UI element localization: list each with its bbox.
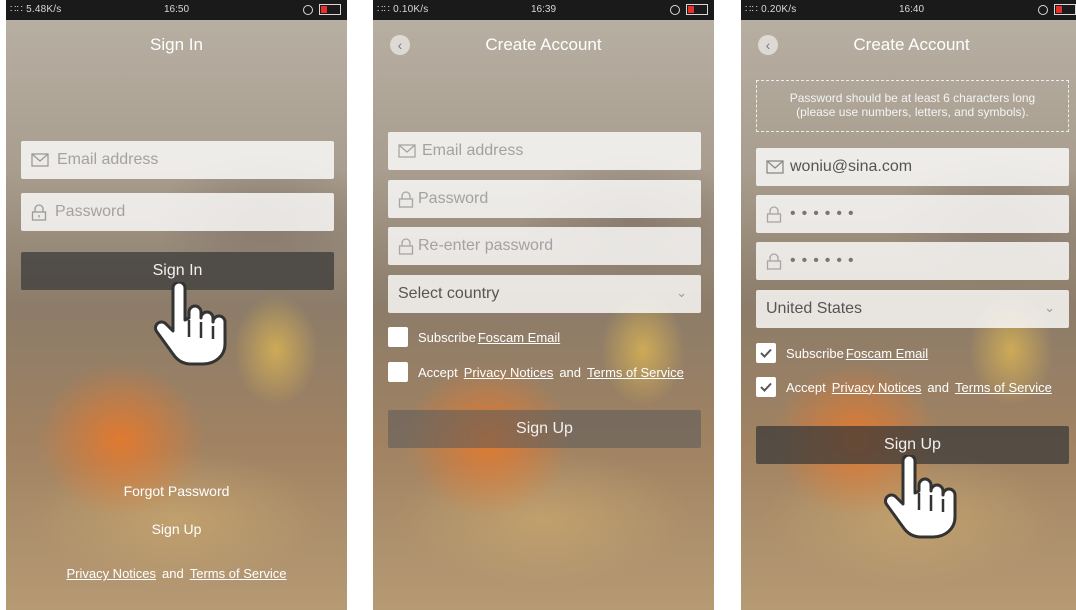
accept-checkbox[interactable] (756, 377, 776, 397)
lock-icon (31, 203, 47, 221)
reenter-password-field[interactable]: •••••• (756, 242, 1069, 280)
legal-links: Privacy Notices and Terms of Service (6, 566, 347, 581)
sign-up-link[interactable]: Sign Up (6, 521, 347, 537)
chevron-down-icon: ⌄ (1044, 300, 1055, 315)
status-bar: ∷∷ 0.20K/s 16:40 (741, 0, 1076, 20)
accept-label: Accept (786, 379, 826, 395)
lock-icon (766, 252, 782, 270)
subscribe-row: Subscribe Foscam Email (388, 327, 566, 347)
password-requirements-notice: Password should be at least 6 characters… (756, 80, 1069, 132)
create-account-screen-empty: ∷∷ 0.10K/s 16:39 ‹ Create Account Email … (373, 0, 714, 610)
terms-of-service-link[interactable]: Terms of Service (190, 566, 287, 581)
checkmark-icon (760, 348, 772, 358)
status-bar: ∷∷ 0.10K/s 16:39 (373, 0, 714, 20)
lock-icon (398, 237, 414, 255)
privacy-notices-link[interactable]: Privacy Notices (832, 380, 922, 395)
battery-icon (686, 4, 708, 15)
email-placeholder: Email address (57, 151, 159, 168)
terms-of-service-link[interactable]: Terms of Service (587, 365, 684, 380)
subscribe-checkbox[interactable] (756, 343, 776, 363)
email-field[interactable]: woniu@sina.com (756, 148, 1069, 186)
pointing-hand-icon (881, 455, 961, 541)
legal-and-text: and (162, 566, 184, 581)
reenter-password-field[interactable]: Re-enter password (388, 227, 701, 265)
page-title: Create Account (853, 35, 970, 54)
password-field[interactable]: Password (388, 180, 701, 218)
reenter-password-value: •••••• (790, 252, 860, 269)
envelope-icon (398, 144, 416, 158)
password-placeholder: Password (418, 190, 489, 207)
country-value: United States (766, 300, 863, 317)
terms-of-service-link[interactable]: Terms of Service (955, 380, 1052, 395)
accept-label: Accept (418, 364, 458, 380)
battery-icon (1054, 4, 1076, 15)
password-field[interactable]: •••••• (756, 195, 1069, 233)
checkmark-icon (760, 382, 772, 392)
password-value: •••••• (790, 205, 860, 222)
forgot-password-link[interactable]: Forgot Password (6, 483, 347, 499)
email-value: woniu@sina.com (790, 158, 913, 175)
chevron-down-icon: ⌄ (676, 285, 687, 300)
create-account-screen-filled: ∷∷ 0.20K/s 16:40 ‹ Create Account Passwo… (741, 0, 1076, 610)
email-placeholder: Email address (422, 142, 524, 159)
country-select[interactable]: Select country ⌄ (388, 275, 701, 313)
lock-icon (766, 205, 782, 223)
alarm-icon (670, 4, 680, 15)
country-placeholder: Select country (398, 285, 500, 302)
battery-icon (319, 4, 341, 15)
status-bar: ∷∷ 5.48K/s 16:50 (6, 0, 347, 20)
email-field[interactable]: Email address (21, 141, 334, 179)
subscribe-checkbox[interactable] (388, 327, 408, 347)
password-field[interactable]: Password (21, 193, 334, 231)
envelope-icon (31, 153, 49, 167)
envelope-icon (766, 160, 784, 174)
accept-row: Accept Privacy Notices and Terms of Serv… (388, 362, 690, 382)
subscribe-label: Subscribe (786, 345, 844, 361)
privacy-notices-link[interactable]: Privacy Notices (66, 566, 156, 581)
sign-up-button[interactable]: Sign Up (388, 410, 701, 448)
clock: 16:40 (898, 4, 925, 15)
foscam-email-link[interactable]: Foscam Email (846, 346, 928, 361)
accept-checkbox[interactable] (388, 362, 408, 382)
alarm-icon (303, 4, 313, 15)
subscribe-row: Subscribe Foscam Email (756, 343, 934, 363)
privacy-notices-link[interactable]: Privacy Notices (464, 365, 554, 380)
alarm-icon (1038, 4, 1048, 15)
accept-row: Accept Privacy Notices and Terms of Serv… (756, 377, 1058, 397)
page-title: Sign In (150, 35, 203, 54)
subscribe-label: Subscribe (418, 329, 476, 345)
accept-and-text: and (927, 379, 950, 395)
country-select[interactable]: United States ⌄ (756, 290, 1069, 328)
password-placeholder: Password (55, 203, 126, 220)
sign-in-screen: ∷∷ 5.48K/s 16:50 Sign In Email address P… (6, 0, 347, 610)
foscam-email-link[interactable]: Foscam Email (478, 330, 560, 345)
email-field[interactable]: Email address (388, 132, 701, 170)
reenter-password-placeholder: Re-enter password (418, 237, 554, 254)
page-title: Create Account (485, 35, 602, 54)
clock: 16:39 (530, 4, 557, 15)
accept-and-text: and (559, 364, 582, 380)
notice-line-1: Password should be at least 6 characters… (789, 91, 1036, 105)
notice-line-2: (please use numbers, letters, and symbol… (796, 105, 1029, 119)
lock-icon (398, 190, 414, 208)
pointing-hand-icon (151, 282, 231, 368)
clock: 16:50 (163, 4, 190, 15)
